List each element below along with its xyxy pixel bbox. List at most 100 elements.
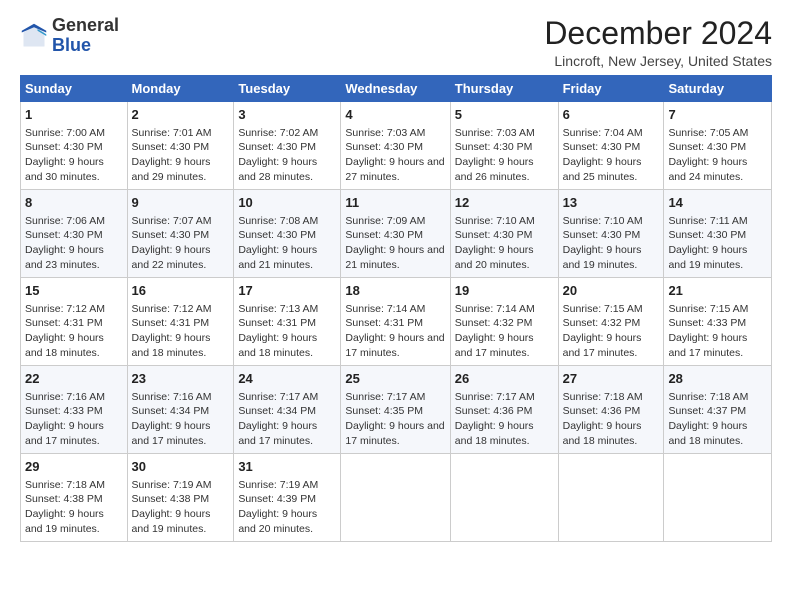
day-number: 3 — [238, 106, 336, 124]
day-number: 13 — [563, 194, 660, 212]
day-number: 10 — [238, 194, 336, 212]
week-row-2: 8Sunrise: 7:06 AMSunset: 4:30 PMDaylight… — [21, 190, 772, 278]
day-number: 7 — [668, 106, 767, 124]
empty-cell — [450, 454, 558, 542]
day-number: 24 — [238, 370, 336, 388]
day-number: 9 — [132, 194, 230, 212]
day-number: 28 — [668, 370, 767, 388]
day-cell-4: 4Sunrise: 7:03 AMSunset: 4:30 PMDaylight… — [341, 102, 450, 190]
day-number: 4 — [345, 106, 445, 124]
title-block: December 2024 Lincroft, New Jersey, Unit… — [544, 16, 772, 69]
day-cell-21: 21Sunrise: 7:15 AMSunset: 4:33 PMDayligh… — [664, 278, 772, 366]
day-info: Sunrise: 7:05 AMSunset: 4:30 PMDaylight:… — [668, 126, 767, 185]
day-cell-12: 12 Sunrise: 7:10 AMSunset: 4:30 PMDayligh… — [450, 190, 558, 278]
col-header-saturday: Saturday — [664, 76, 772, 102]
day-info: Sunrise: 7:18 AMSunset: 4:37 PMDaylight:… — [668, 390, 767, 449]
day-number: 5 — [455, 106, 554, 124]
day-number: 31 — [238, 458, 336, 476]
day-info: Sunrise: 7:10 AMSunset: 4:30 PMDaylight:… — [455, 214, 554, 273]
week-row-5: 29 Sunrise: 7:18 AMSunset: 4:38 PMDayligh… — [21, 454, 772, 542]
day-number: 1 — [25, 106, 123, 124]
day-info: Sunrise: 7:13 AMSunset: 4:31 PMDaylight:… — [238, 302, 336, 361]
col-header-thursday: Thursday — [450, 76, 558, 102]
day-cell-24: 24 Sunrise: 7:17 AMSunset: 4:34 PMDayligh… — [234, 366, 341, 454]
day-cell-18: 18 Sunrise: 7:14 AMSunset: 4:31 PMDayligh… — [341, 278, 450, 366]
day-cell-19: 19 Sunrise: 7:14 AMSunset: 4:32 PMDayligh… — [450, 278, 558, 366]
month-title: December 2024 — [544, 16, 772, 51]
day-number: 6 — [563, 106, 660, 124]
col-header-friday: Friday — [558, 76, 664, 102]
day-info: Sunrise: 7:07 AMSunset: 4:30 PMDaylight:… — [132, 214, 230, 273]
day-info: Sunrise: 7:17 AMSunset: 4:35 PMDaylight:… — [345, 390, 445, 449]
day-info: Sunrise: 7:11 AMSunset: 4:30 PMDaylight:… — [668, 214, 767, 273]
day-info: Sunrise: 7:04 AMSunset: 4:30 PMDaylight:… — [563, 126, 660, 185]
day-cell-6: 6 Sunrise: 7:04 AMSunset: 4:30 PMDaylight… — [558, 102, 664, 190]
day-cell-14: 14Sunrise: 7:11 AMSunset: 4:30 PMDayligh… — [664, 190, 772, 278]
day-number: 19 — [455, 282, 554, 300]
empty-cell — [558, 454, 664, 542]
empty-cell — [341, 454, 450, 542]
week-row-4: 22 Sunrise: 7:16 AMSunset: 4:33 PMDayligh… — [21, 366, 772, 454]
day-info: Sunrise: 7:12 AMSunset: 4:31 PMDaylight:… — [132, 302, 230, 361]
day-info: Sunrise: 7:09 AMSunset: 4:30 PMDaylight:… — [345, 214, 445, 273]
day-info: Sunrise: 7:17 AMSunset: 4:34 PMDaylight:… — [238, 390, 336, 449]
day-info: Sunrise: 7:01 AMSunset: 4:30 PMDaylight:… — [132, 126, 230, 185]
calendar-header-row: SundayMondayTuesdayWednesdayThursdayFrid… — [21, 76, 772, 102]
day-cell-7: 7 Sunrise: 7:05 AMSunset: 4:30 PMDaylight… — [664, 102, 772, 190]
day-info: Sunrise: 7:00 AMSunset: 4:30 PMDaylight:… — [25, 126, 123, 185]
day-cell-26: 26Sunrise: 7:17 AMSunset: 4:36 PMDayligh… — [450, 366, 558, 454]
day-info: Sunrise: 7:03 AMSunset: 4:30 PMDaylight:… — [455, 126, 554, 185]
day-cell-30: 30 Sunrise: 7:19 AMSunset: 4:38 PMDayligh… — [127, 454, 234, 542]
day-cell-22: 22 Sunrise: 7:16 AMSunset: 4:33 PMDayligh… — [21, 366, 128, 454]
day-info: Sunrise: 7:16 AMSunset: 4:33 PMDaylight:… — [25, 390, 123, 449]
day-info: Sunrise: 7:15 AMSunset: 4:32 PMDaylight:… — [563, 302, 660, 361]
day-cell-9: 9 Sunrise: 7:07 AMSunset: 4:30 PMDaylight… — [127, 190, 234, 278]
day-info: Sunrise: 7:14 AMSunset: 4:32 PMDaylight:… — [455, 302, 554, 361]
day-number: 22 — [25, 370, 123, 388]
day-cell-2: 2 Sunrise: 7:01 AMSunset: 4:30 PMDaylight… — [127, 102, 234, 190]
day-info: Sunrise: 7:08 AMSunset: 4:30 PMDaylight:… — [238, 214, 336, 273]
day-cell-1: 1 Sunrise: 7:00 AMSunset: 4:30 PMDaylight… — [21, 102, 128, 190]
logo: General Blue — [20, 16, 119, 56]
day-number: 16 — [132, 282, 230, 300]
day-number: 27 — [563, 370, 660, 388]
day-info: Sunrise: 7:18 AMSunset: 4:36 PMDaylight:… — [563, 390, 660, 449]
col-header-tuesday: Tuesday — [234, 76, 341, 102]
day-number: 2 — [132, 106, 230, 124]
col-header-wednesday: Wednesday — [341, 76, 450, 102]
day-number: 12 — [455, 194, 554, 212]
day-number: 26 — [455, 370, 554, 388]
day-info: Sunrise: 7:12 AMSunset: 4:31 PMDaylight:… — [25, 302, 123, 361]
day-number: 29 — [25, 458, 123, 476]
day-info: Sunrise: 7:02 AMSunset: 4:30 PMDaylight:… — [238, 126, 336, 185]
day-number: 30 — [132, 458, 230, 476]
day-number: 23 — [132, 370, 230, 388]
day-cell-23: 23Sunrise: 7:16 AMSunset: 4:34 PMDayligh… — [127, 366, 234, 454]
logo-icon — [20, 22, 48, 50]
logo-blue: Blue — [52, 35, 91, 55]
day-info: Sunrise: 7:14 AMSunset: 4:31 PMDaylight:… — [345, 302, 445, 361]
day-cell-25: 25 Sunrise: 7:17 AMSunset: 4:35 PMDayligh… — [341, 366, 450, 454]
col-header-monday: Monday — [127, 76, 234, 102]
day-number: 17 — [238, 282, 336, 300]
day-info: Sunrise: 7:10 AMSunset: 4:30 PMDaylight:… — [563, 214, 660, 273]
day-info: Sunrise: 7:15 AMSunset: 4:33 PMDaylight:… — [668, 302, 767, 361]
day-cell-29: 29 Sunrise: 7:18 AMSunset: 4:38 PMDayligh… — [21, 454, 128, 542]
empty-cell — [664, 454, 772, 542]
day-number: 25 — [345, 370, 445, 388]
day-info: Sunrise: 7:19 AMSunset: 4:39 PMDaylight:… — [238, 478, 336, 537]
day-info: Sunrise: 7:18 AMSunset: 4:38 PMDaylight:… — [25, 478, 123, 537]
day-number: 18 — [345, 282, 445, 300]
day-cell-27: 27 Sunrise: 7:18 AMSunset: 4:36 PMDayligh… — [558, 366, 664, 454]
calendar-table: SundayMondayTuesdayWednesdayThursdayFrid… — [20, 75, 772, 542]
day-cell-20: 20Sunrise: 7:15 AMSunset: 4:32 PMDayligh… — [558, 278, 664, 366]
week-row-3: 15Sunrise: 7:12 AMSunset: 4:31 PMDayligh… — [21, 278, 772, 366]
day-cell-17: 17 Sunrise: 7:13 AMSunset: 4:31 PMDayligh… — [234, 278, 341, 366]
day-info: Sunrise: 7:19 AMSunset: 4:38 PMDaylight:… — [132, 478, 230, 537]
day-cell-13: 13 Sunrise: 7:10 AMSunset: 4:30 PMDayligh… — [558, 190, 664, 278]
logo-general: General — [52, 15, 119, 35]
day-cell-11: 11 Sunrise: 7:09 AMSunset: 4:30 PMDayligh… — [341, 190, 450, 278]
day-number: 11 — [345, 194, 445, 212]
location: Lincroft, New Jersey, United States — [544, 53, 772, 69]
day-cell-5: 5 Sunrise: 7:03 AMSunset: 4:30 PMDaylight… — [450, 102, 558, 190]
